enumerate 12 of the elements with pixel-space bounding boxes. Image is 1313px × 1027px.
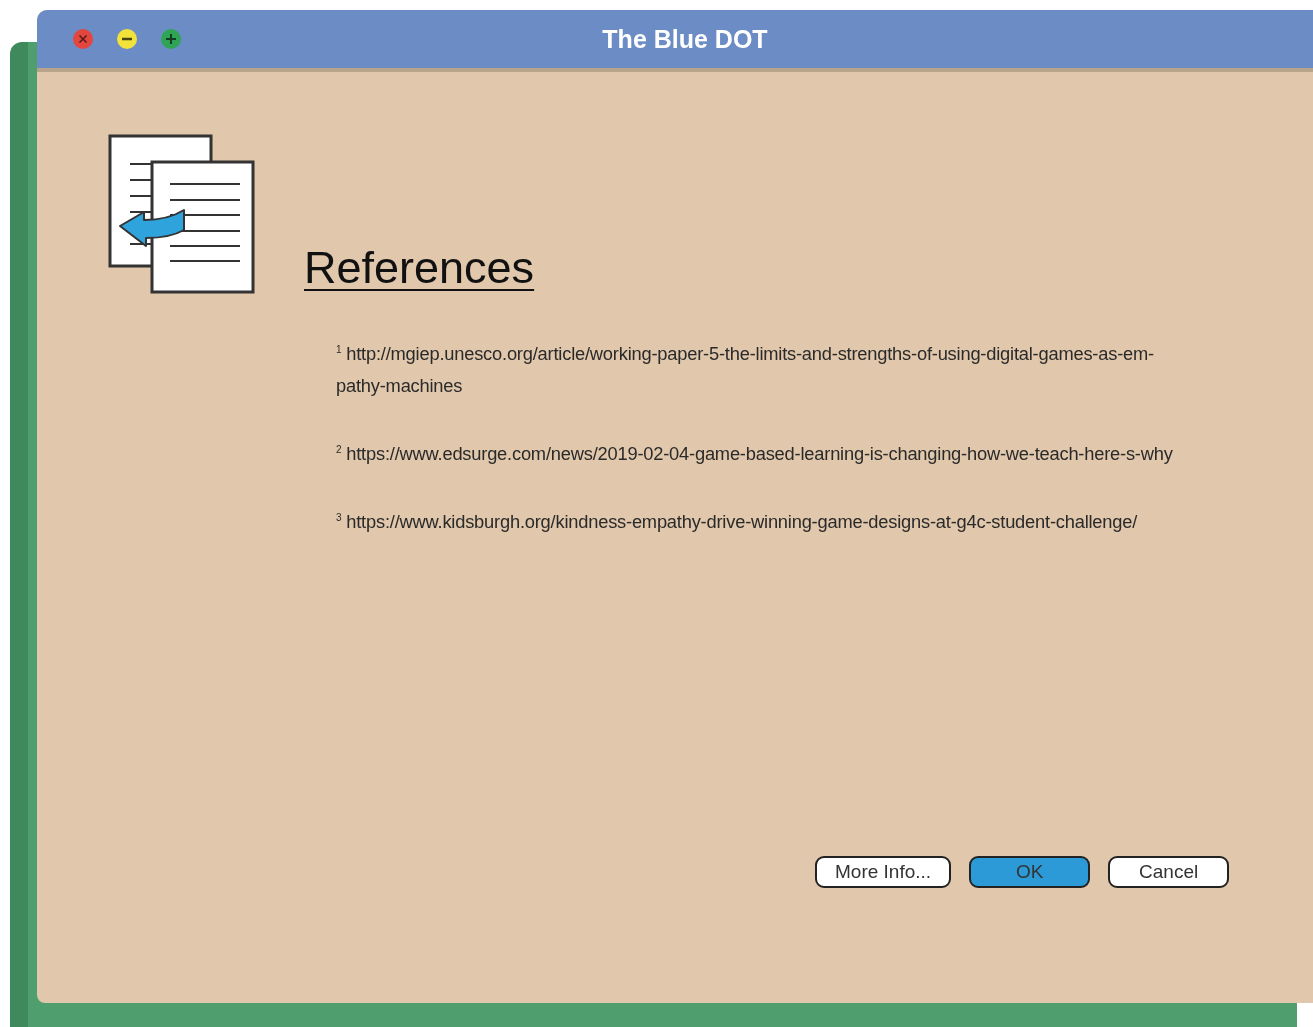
reference-text: $^{3}$ https://www.kidsburgh.org/kindness-empathy-drive-winning-game-designs-at-g4c-student-challenge/ [336,510,1139,535]
documents-arrow-icon [108,134,256,296]
references-heading: References [304,242,535,294]
dialog-button[interactable]: More Info... [815,856,952,888]
window-title: The Blue DOT [602,24,768,54]
reference-text: $^{1}$ http://mgiep.unesco.org/article/working-paper-5-the-limits-and-strengths-of-using-digital-games-as-em- pathy-machines [336,342,1155,399]
dialog-button[interactable]: OK [969,856,1091,888]
dialog-button[interactable]: Cancel [1108,856,1230,888]
reference-text: $^{2}$ https://www.edsurge.com/news/2019-02-04-game-based-learning-is-changing-how-we-teach-here-s-why [336,442,1174,467]
minimize-icon[interactable] [116,28,138,50]
maximize-icon[interactable] [160,28,182,50]
close-icon[interactable] [72,28,94,50]
